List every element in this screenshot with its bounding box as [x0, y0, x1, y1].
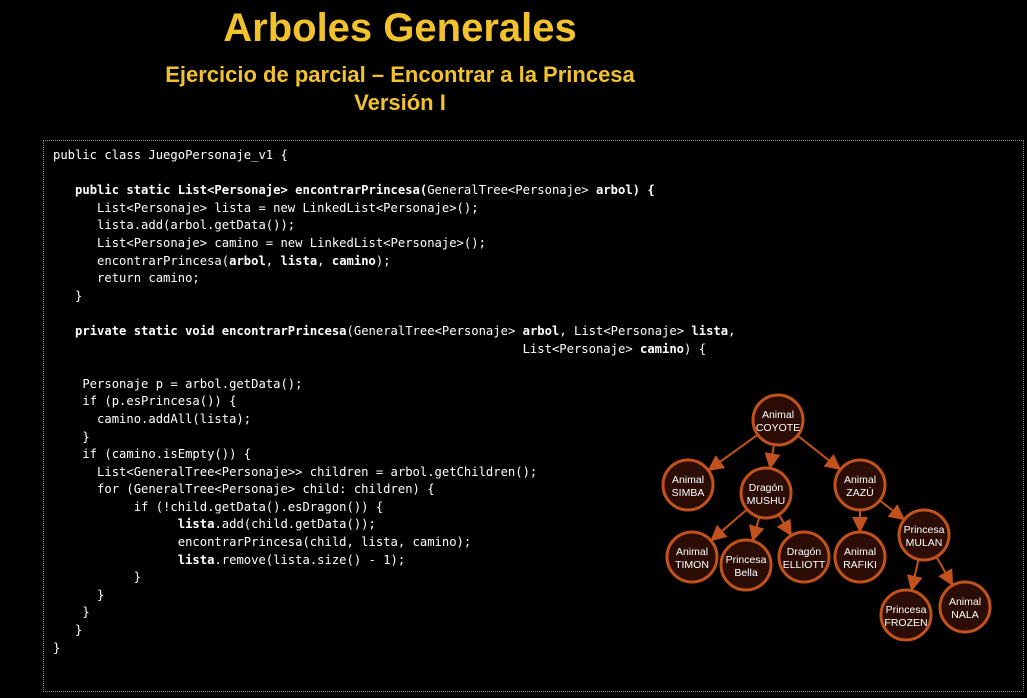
tree-node-mulan: PrincesaMULAN — [897, 508, 951, 562]
tree-node-type: Dragón — [787, 546, 822, 558]
code-line: } — [53, 570, 142, 585]
tree-node-name: COYOTE — [756, 422, 800, 434]
code-line: } — [53, 640, 61, 655]
tree-edge — [776, 513, 792, 537]
code-line: lista.add(arbol.getData()); — [53, 218, 296, 233]
tree-node-type: Princesa — [904, 524, 945, 536]
code-line: List<Personaje> lista = new LinkedList<P… — [53, 200, 479, 215]
tree-node-name: ELLIOTT — [783, 559, 826, 571]
code-line: } — [53, 587, 105, 602]
code-line: for (GeneralTree<Personaje> child: child… — [53, 482, 435, 497]
tree-diagram: AnimalCOYOTEAnimalSIMBA DragónMUSHUAnimal… — [661, 393, 992, 642]
tree-node-name: TIMON — [675, 559, 709, 571]
code-line: } — [53, 429, 90, 444]
tree-node-type: Animal — [676, 546, 708, 558]
tree-node-type: Animal — [672, 474, 704, 486]
tree-node-simba: AnimalSIMBA — [661, 458, 715, 512]
tree-edge — [796, 434, 842, 471]
tree-edge — [748, 516, 765, 542]
tree-node-bella: PrincesaBella — [719, 538, 773, 592]
tree-node-type: Princesa — [886, 604, 927, 616]
tree-edge — [764, 444, 781, 470]
code-line: lista.remove(lista.size() - 1); — [177, 552, 406, 567]
tree-node-type: Animal — [844, 474, 876, 486]
tree-node-rafiki: AnimalRAFIKI — [833, 530, 887, 584]
tree-node-nala: AnimalNALA — [938, 580, 992, 634]
code-line: lista.add(child.getData()); — [177, 517, 376, 532]
page-subtitle: Ejercicio de parcial – Encontrar a la Pr… — [165, 62, 635, 87]
tree-node-elliott: DragónELLIOTT — [777, 530, 831, 584]
code-line: encontrarPrincesa(arbol, lista, camino); — [53, 253, 391, 268]
code-line: public static List<Personaje> encontrarP… — [75, 183, 655, 198]
tree-node-name: RAFIKI — [843, 559, 877, 571]
tree-node-type: Princesa — [726, 554, 767, 566]
tree-node-zazu: AnimalZAZÚ — [833, 458, 887, 512]
code-line: List<GeneralTree<Personaje>> children = … — [53, 464, 538, 479]
tree-node-name: FROZEN — [884, 617, 927, 629]
code-line: List<Personaje> camino = new LinkedList<… — [53, 235, 486, 250]
code-line: } — [53, 605, 90, 620]
tree-node-mushu: DragónMUSHU — [739, 466, 793, 520]
tree-node-name: MUSHU — [747, 495, 786, 507]
tree-node-name: NALA — [951, 609, 978, 621]
version-label: Versión I — [354, 90, 446, 115]
tree-edge — [879, 499, 906, 521]
tree-node-type: Animal — [844, 546, 876, 558]
code-line: camino.addAll(lista); — [53, 411, 252, 426]
tree-node-coyote: AnimalCOYOTE — [751, 393, 805, 447]
tree-node-type: Animal — [949, 596, 981, 608]
code-line: return camino; — [53, 271, 200, 286]
code-line: } — [53, 288, 83, 303]
tree-edge — [707, 433, 759, 471]
code-line: List<Personaje> camino) { — [53, 341, 707, 356]
tree-node-name: MULAN — [906, 537, 943, 549]
tree-node-name: SIMBA — [672, 487, 705, 499]
code-line: public class JuegoPersonaje_v1 { — [53, 148, 288, 162]
tree-node-type: Dragón — [749, 482, 784, 494]
code-line: if (camino.isEmpty()) { — [53, 447, 252, 462]
tree-node-name: Bella — [734, 567, 758, 579]
tree-edge — [906, 559, 923, 592]
tree-node-type: Animal — [762, 409, 794, 421]
code-line: if (p.esPrincesa()) { — [53, 394, 237, 409]
tree-node-timon: AnimalTIMON — [665, 530, 719, 584]
code-line: if (!child.getData().esDragon()) { — [53, 499, 384, 514]
tree-edge — [710, 508, 748, 542]
code-line: private static void encontrarPrincesa(Ge… — [75, 323, 736, 338]
tree-node-frozen: PrincesaFROZEN — [879, 588, 933, 642]
code-line: encontrarPrincesa(child, lista, camino); — [53, 535, 472, 550]
tree-node-name: ZAZÚ — [846, 486, 873, 499]
code-line: } — [53, 623, 83, 638]
tree-edge — [935, 556, 954, 587]
code-line: Personaje p = arbol.getData(); — [53, 376, 303, 391]
code-listing: public class JuegoPersonaje_v1 { public … — [53, 147, 735, 657]
page-title: Arboles Generales — [223, 6, 577, 50]
